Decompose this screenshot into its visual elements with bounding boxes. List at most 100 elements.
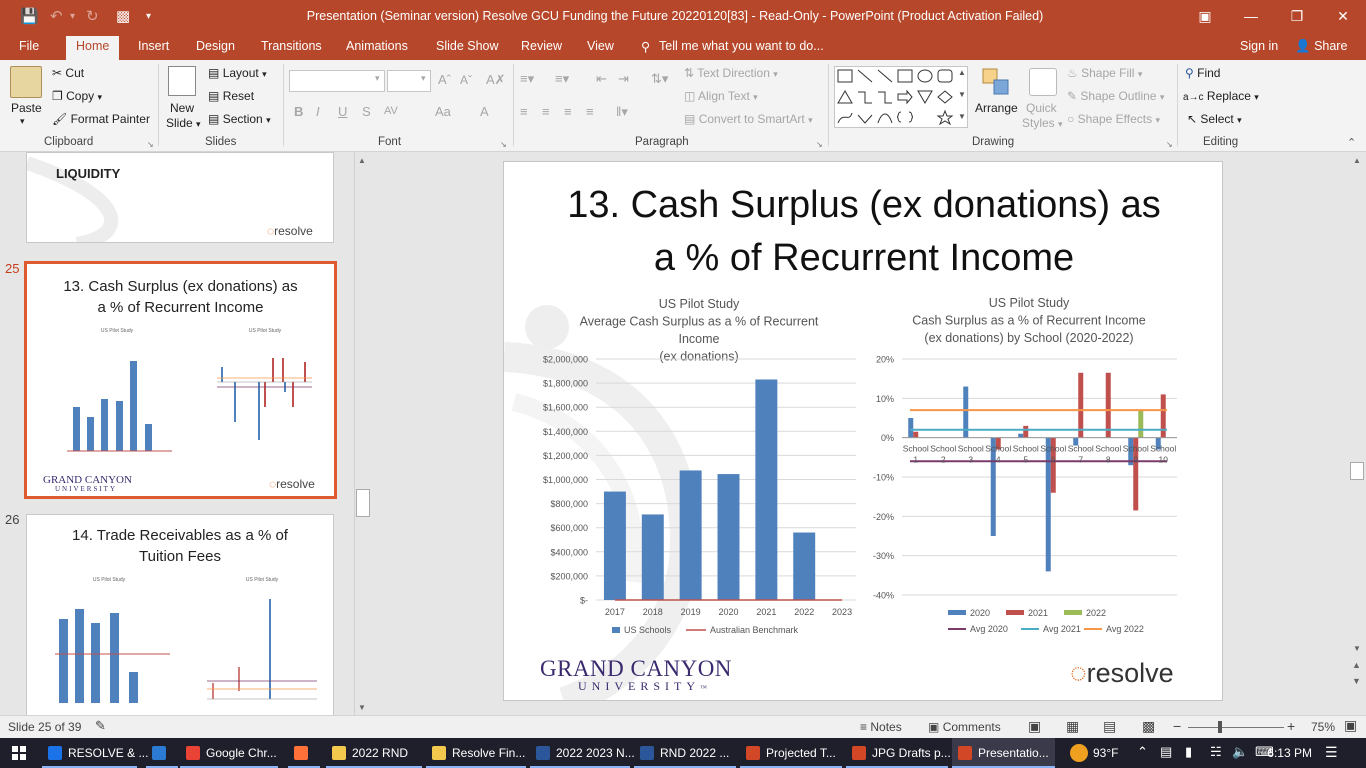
slide-scrollbar[interactable]: ▲ ▼ ▲ ▼	[1349, 152, 1366, 715]
notes-button[interactable]: ≡ Notes	[860, 720, 902, 734]
zoom-in-button[interactable]: +	[1287, 718, 1295, 734]
minimize-button[interactable]: —	[1228, 0, 1274, 32]
shape-fill-button[interactable]: ♨ Shape Fill ▾	[1067, 66, 1142, 80]
undo-dropdown-icon[interactable]: ▾	[70, 11, 75, 22]
grow-font-icon[interactable]: Aˆ	[438, 72, 451, 87]
close-button[interactable]: ✕	[1320, 0, 1366, 32]
tab-file[interactable]: File	[19, 39, 39, 53]
fit-slide-icon[interactable]: ▣	[1344, 717, 1357, 734]
tab-slide-show[interactable]: Slide Show	[436, 39, 499, 53]
reset-button[interactable]: ▤ Reset	[208, 89, 254, 103]
taskbar-item[interactable]: 2022 RND	[326, 738, 422, 768]
copy-button[interactable]: ❐ Copy ▾	[52, 89, 102, 103]
taskbar-item[interactable]: Presentatio...	[952, 738, 1055, 768]
shrink-font-icon[interactable]: Aˇ	[460, 73, 472, 87]
taskbar-item[interactable]	[146, 738, 178, 768]
weather-icon[interactable]	[1070, 744, 1088, 762]
windows-start-icon[interactable]	[12, 746, 26, 760]
reading-view-icon[interactable]: ▤	[1103, 718, 1116, 735]
text-shadow-button[interactable]: S	[362, 104, 371, 119]
slide-thumbnail-24[interactable]: LIQUIDITY ◌resolve	[26, 152, 334, 243]
new-slide-icon[interactable]	[168, 66, 196, 96]
customize-qat-icon[interactable]: ▾	[146, 11, 151, 22]
tab-view[interactable]: View	[587, 39, 614, 53]
clipboard-launcher-icon[interactable]: ↘	[147, 140, 154, 149]
quick-styles-icon[interactable]	[1029, 68, 1057, 96]
zoom-level[interactable]: 75%	[1311, 720, 1335, 734]
quick-styles-button[interactable]: Styles ▾	[1022, 116, 1063, 130]
notifications-icon[interactable]: ☰	[1325, 744, 1338, 761]
taskbar-item[interactable]: 2022 2023 N...	[530, 738, 635, 768]
shape-effects-button[interactable]: ○ Shape Effects ▾	[1067, 112, 1160, 126]
taskbar-item[interactable]: JPG Drafts p...	[846, 738, 951, 768]
slide-show-view-icon[interactable]: ▩	[1142, 718, 1155, 735]
previous-slide-icon[interactable]: ▲	[1352, 660, 1361, 670]
avg-cash-surplus-chart[interactable]: US Pilot Study Average Cash Surplus as a …	[526, 290, 856, 640]
start-slideshow-icon[interactable]: ▩	[116, 7, 130, 25]
undo-icon[interactable]: ↶	[50, 7, 63, 25]
cut-button[interactable]: ✂ Cut	[52, 66, 84, 80]
shapes-scroll-up-icon[interactable]: ▲	[958, 68, 966, 77]
current-slide[interactable]: 13. Cash Surplus (ex donations) as a % of…	[503, 161, 1223, 701]
zoom-slider-thumb[interactable]	[1218, 721, 1222, 733]
font-launcher-icon[interactable]: ↘	[500, 140, 507, 149]
tab-home[interactable]: Home	[66, 36, 120, 60]
new-slide-label-1[interactable]: New	[170, 101, 194, 115]
normal-view-icon[interactable]: ▣	[1028, 718, 1041, 735]
bold-button[interactable]: B	[294, 104, 303, 119]
taskbar-item[interactable]: Google Chr...	[180, 738, 278, 768]
slide-thumbnail-25[interactable]: 13. Cash Surplus (ex donations) as a % of…	[24, 261, 337, 499]
line-spacing-icon[interactable]: ⇅▾	[651, 71, 668, 87]
change-case-button[interactable]: Aa	[435, 104, 451, 119]
select-button[interactable]: ↖ Select ▾	[1187, 112, 1242, 126]
redo-icon[interactable]: ↻	[86, 7, 99, 25]
align-left-icon[interactable]: ≡	[520, 104, 528, 119]
clear-formatting-icon[interactable]: A✗	[486, 72, 506, 88]
taskbar-item[interactable]: Resolve Fin...	[426, 738, 526, 768]
font-size-dropdown-icon[interactable]: ▾	[421, 73, 426, 84]
shape-outline-button[interactable]: ✎ Shape Outline ▾	[1067, 89, 1164, 103]
section-button[interactable]: ▤ Section ▾	[208, 112, 271, 126]
slide-title[interactable]: 13. Cash Surplus (ex donations) as a % of…	[504, 179, 1222, 285]
find-button[interactable]: ⚲ Find	[1185, 66, 1220, 80]
taskbar-item[interactable]: RND 2022 ...	[634, 738, 736, 768]
network-status-icon[interactable]: ▤	[1160, 744, 1172, 760]
zoom-slider[interactable]	[1188, 727, 1284, 728]
thumb-scroll-up-icon[interactable]: ▲	[358, 156, 366, 165]
tab-design[interactable]: Design	[196, 39, 235, 53]
thumb-scroll-thumb[interactable]	[356, 489, 370, 517]
drawing-launcher-icon[interactable]: ↘	[1166, 140, 1173, 149]
paste-icon[interactable]	[10, 66, 42, 98]
replace-button[interactable]: a→c Replace ▾	[1183, 89, 1259, 103]
increase-indent-icon[interactable]: ⇥	[618, 71, 629, 87]
tab-animations[interactable]: Animations	[346, 39, 408, 53]
cash-surplus-by-school-chart[interactable]: US Pilot Study Cash Surplus as a % of Rec…	[864, 290, 1209, 640]
paragraph-launcher-icon[interactable]: ↘	[816, 140, 823, 149]
font-name-dropdown-icon[interactable]: ▾	[375, 73, 380, 84]
thumb-scroll-down-icon[interactable]: ▼	[358, 703, 366, 712]
bullets-icon[interactable]: ≡▾	[520, 71, 534, 87]
tab-review[interactable]: Review	[521, 39, 562, 53]
save-icon[interactable]: 💾	[20, 7, 39, 25]
restore-button[interactable]: ❐	[1274, 0, 1320, 32]
italic-button[interactable]: I	[316, 104, 320, 119]
wifi-icon[interactable]: ☵	[1210, 744, 1222, 760]
numbering-icon[interactable]: ≡▾	[555, 71, 569, 87]
font-name-input[interactable]	[289, 70, 385, 92]
decrease-indent-icon[interactable]: ⇤	[596, 71, 607, 87]
slide-scroll-down-icon[interactable]: ▼	[1353, 644, 1361, 653]
text-direction-button[interactable]: ⇅ Text Direction ▾	[684, 66, 778, 80]
ribbon-display-options-icon[interactable]: ▣	[1182, 0, 1228, 32]
shapes-scroll-down-icon[interactable]: ▼	[958, 90, 966, 99]
character-spacing-button[interactable]: AV	[384, 105, 398, 117]
slide-scroll-thumb[interactable]	[1350, 462, 1364, 480]
format-painter-button[interactable]: 🖌 Format Painter	[52, 112, 150, 126]
shapes-gallery[interactable]	[834, 66, 968, 128]
next-slide-icon[interactable]: ▼	[1352, 676, 1361, 686]
show-hidden-icons-icon[interactable]: ⌃	[1137, 744, 1148, 760]
volume-icon[interactable]: 🔈	[1232, 744, 1248, 760]
battery-icon[interactable]: ▮	[1185, 744, 1192, 760]
justify-icon[interactable]: ≡	[586, 104, 594, 119]
new-slide-button[interactable]: Slide ▾	[166, 116, 201, 130]
thumbnail-scrollbar[interactable]: ▲ ▼	[354, 152, 371, 715]
